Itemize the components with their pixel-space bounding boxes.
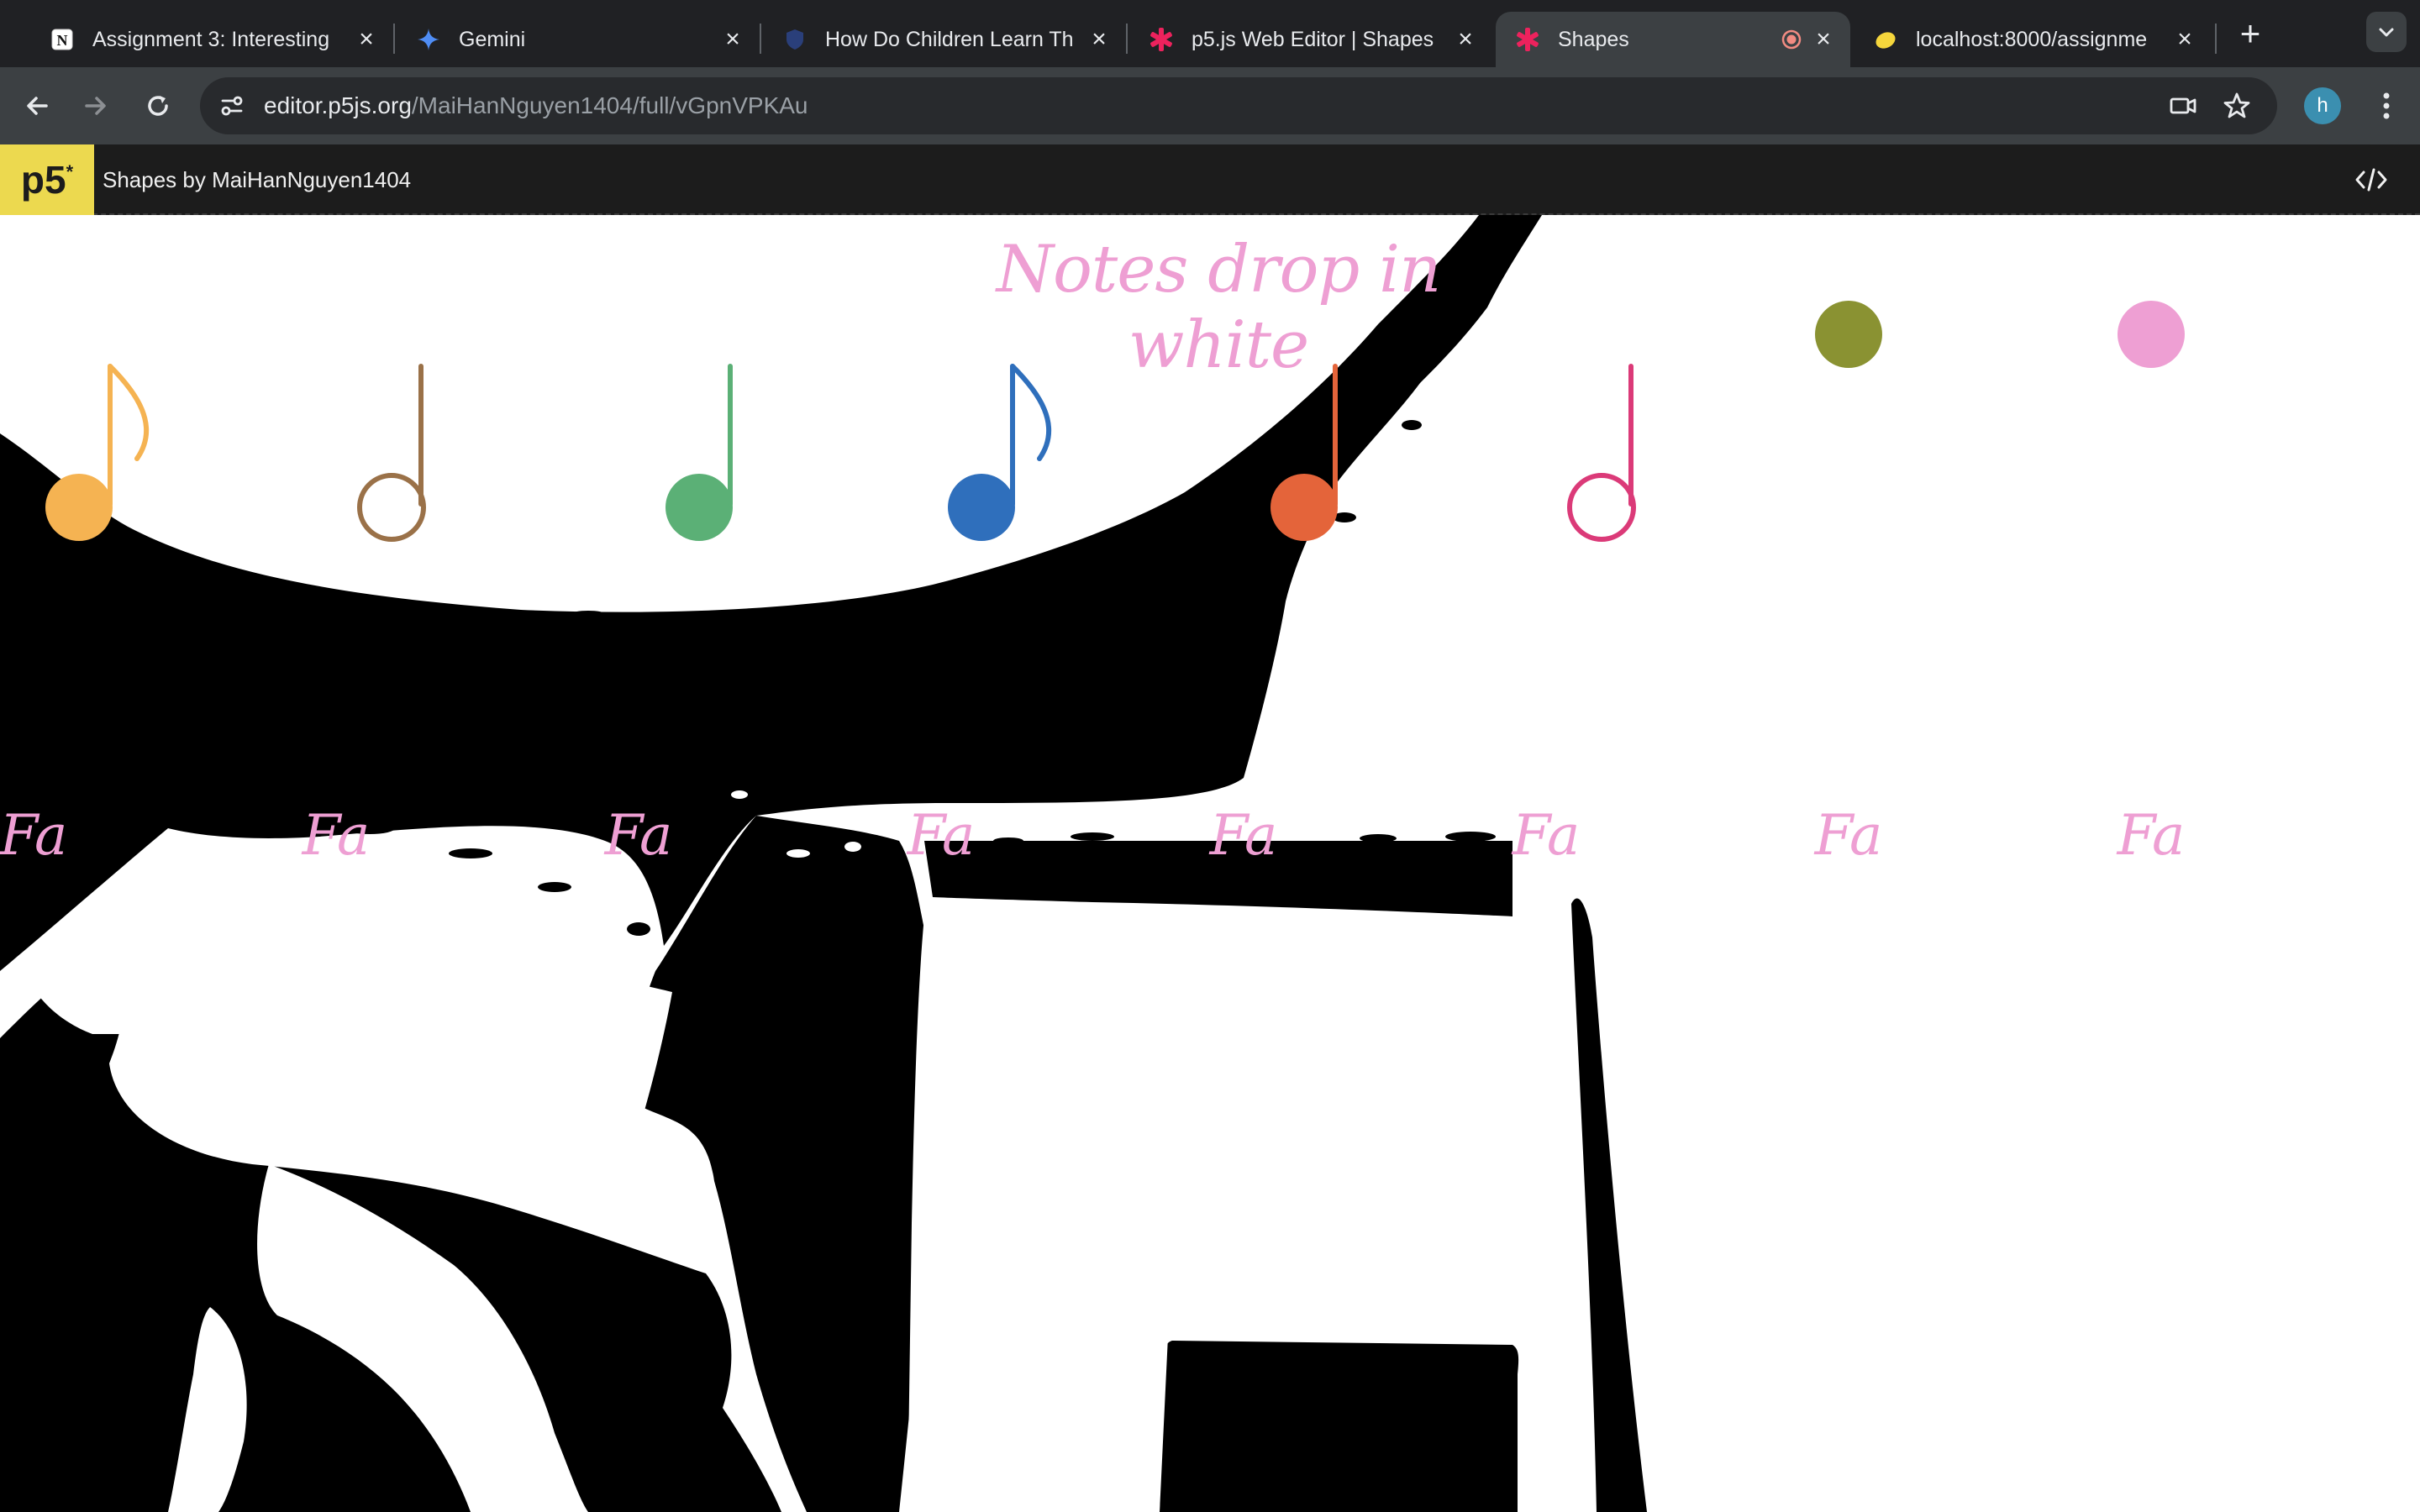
tab-search-button[interactable] xyxy=(2366,12,2407,52)
recording-icon xyxy=(1780,28,1803,51)
more-menu-button[interactable] xyxy=(2370,84,2403,128)
tab-p5-editor[interactable]: p5.js Web Editor | Shapes × xyxy=(1129,12,1492,67)
half-note-icon xyxy=(1567,364,1636,542)
p5-header: p5 * Shapes by MaiHanNguyen1404 xyxy=(0,144,2420,215)
p5-asterisk-icon xyxy=(1148,26,1175,53)
syllable-label: Fa xyxy=(302,803,371,868)
close-icon[interactable]: × xyxy=(721,25,744,53)
forward-button[interactable] xyxy=(74,84,118,128)
p5-logo[interactable]: p5 * xyxy=(0,144,94,215)
close-icon[interactable]: × xyxy=(2173,25,2196,53)
reload-button[interactable] xyxy=(136,84,180,128)
half-note-icon xyxy=(357,364,426,542)
close-icon[interactable]: × xyxy=(1812,25,1835,53)
url-text: editor.p5js.org/MaiHanNguyen1404/full/vG… xyxy=(264,77,808,134)
tab-title: localhost:8000/assignme xyxy=(1916,27,2148,51)
syllable-label: Fa xyxy=(907,803,976,868)
code-icon xyxy=(2355,168,2387,192)
dot-marker xyxy=(2118,301,2185,368)
tab-divider xyxy=(2215,24,2217,54)
address-bar[interactable]: editor.p5js.org/MaiHanNguyen1404/full/vG… xyxy=(200,77,2277,134)
tab-strip: N Assignment 3: Interesting × Gemini × H… xyxy=(0,0,2420,67)
kebab-menu-icon xyxy=(2383,92,2390,119)
tab-title: Assignment 3: Interesting xyxy=(92,27,330,51)
profile-avatar[interactable]: h xyxy=(2304,87,2341,124)
url-path: /MaiHanNguyen1404/full/vGpnVPKAu xyxy=(411,92,808,118)
p5-asterisk-icon xyxy=(1514,26,1541,53)
arrow-right-icon xyxy=(85,97,106,115)
tab-gemini[interactable]: Gemini × xyxy=(397,12,760,67)
syllable-label: Fa xyxy=(1512,803,1581,868)
eighth-note-icon xyxy=(948,364,1052,541)
back-button[interactable] xyxy=(15,84,59,128)
tab-shapes-active[interactable]: Shapes × xyxy=(1496,12,1850,67)
syllable-label: Fa xyxy=(1209,803,1278,868)
sketch-title: Shapes by MaiHanNguyen1404 xyxy=(103,167,412,192)
svg-text:N: N xyxy=(57,32,68,49)
tab-title: Gemini xyxy=(459,27,526,51)
sketch-canvas[interactable]: Notes drop in white Fa Fa Fa Fa Fa Fa Fa… xyxy=(0,215,2420,1512)
tab-divider xyxy=(393,24,395,54)
tab-divider xyxy=(760,24,761,54)
syllable-label: Fa xyxy=(1814,803,1883,868)
tab-title: p5.js Web Editor | Shapes xyxy=(1192,27,1434,51)
browser-toolbar: editor.p5js.org/MaiHanNguyen1404/full/vG… xyxy=(0,67,2420,144)
lemon-icon xyxy=(1872,26,1899,53)
reload-icon xyxy=(148,96,168,116)
tab-children-learn[interactable]: How Do Children Learn Th × xyxy=(763,12,1126,67)
view-code-button[interactable] xyxy=(2351,160,2391,200)
bookmark-star-icon[interactable] xyxy=(2220,89,2254,123)
notion-icon: N xyxy=(49,26,76,53)
shield-icon xyxy=(781,26,808,53)
syllable-label: Fa xyxy=(604,803,673,868)
tab-title: Shapes xyxy=(1558,27,1629,51)
site-info-icon[interactable] xyxy=(215,89,249,123)
tab-localhost[interactable]: localhost:8000/assignme × xyxy=(1854,12,2212,67)
tab-divider xyxy=(1126,24,1128,54)
syllable-label: Fa xyxy=(0,803,68,868)
gemini-sparkle-icon xyxy=(415,26,442,53)
close-icon[interactable]: × xyxy=(1454,25,1477,53)
camera-icon[interactable] xyxy=(2166,89,2200,123)
sketch-heading: Notes drop in white xyxy=(996,232,1442,383)
syllable-label: Fa xyxy=(2117,803,2186,868)
new-tab-button[interactable]: + xyxy=(2233,16,2267,51)
tab-assignment[interactable]: N Assignment 3: Interesting × xyxy=(30,12,393,67)
close-icon[interactable]: × xyxy=(1087,25,1111,53)
dot-marker xyxy=(1815,301,1882,368)
quarter-note-icon xyxy=(666,364,733,541)
arrow-left-icon xyxy=(27,97,48,115)
url-host: editor.p5js.org xyxy=(264,92,412,118)
close-icon[interactable]: × xyxy=(355,25,378,53)
tab-title: How Do Children Learn Th xyxy=(825,27,1074,51)
chevron-down-icon xyxy=(2379,28,2394,37)
